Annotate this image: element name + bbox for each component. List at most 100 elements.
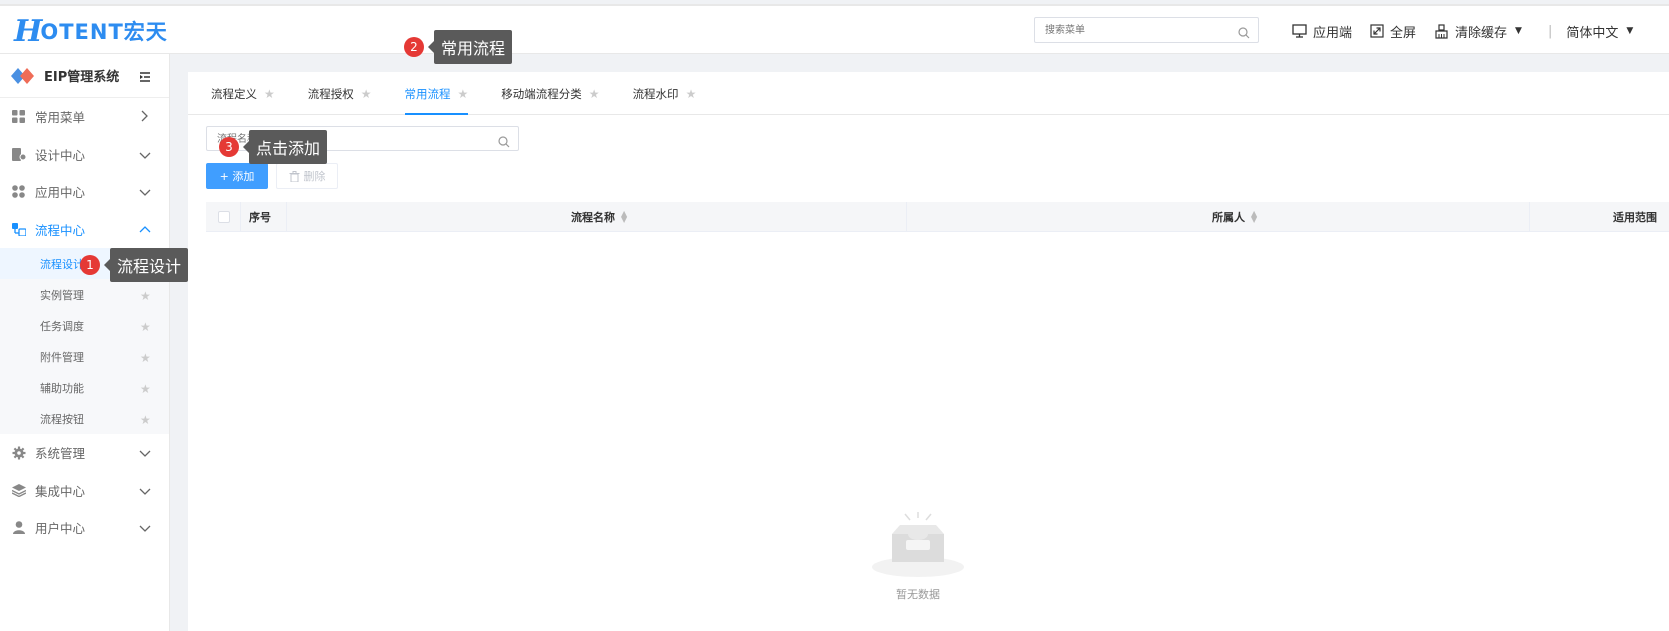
system-header: EIP管理系统 xyxy=(0,54,169,98)
tab-label: 流程授权 xyxy=(307,86,354,101)
column-divider xyxy=(1529,202,1530,232)
menu-item-process[interactable]: 流程中心 xyxy=(0,211,169,249)
submenu-item-label: 实例管理 xyxy=(40,288,84,302)
annotation-badge-1: 1 xyxy=(80,255,100,275)
star-icon[interactable]: ★ xyxy=(140,382,151,396)
chevron-down-icon xyxy=(139,446,151,461)
menu-item-design[interactable]: 设计中心 xyxy=(0,136,169,174)
select-all-checkbox[interactable] xyxy=(218,211,230,223)
apps-icon xyxy=(11,184,26,199)
tab-process-watermark[interactable]: 流程水印 ★ xyxy=(633,72,697,115)
chevron-down-icon xyxy=(139,521,151,536)
menu-item-label: 系统管理 xyxy=(35,446,86,462)
logo-mark: H xyxy=(14,13,42,49)
menu-item-user[interactable]: 用户中心 xyxy=(0,509,169,547)
column-header-scope: 适用范围 xyxy=(1613,202,1657,232)
submenu-item-task[interactable]: 任务调度 ★ xyxy=(0,310,169,341)
top-bar: H OTENT宏天 应用端 全屏 清除缓存 ▼ | 简体中文 ▼ xyxy=(0,4,1669,54)
tab-label: 流程定义 xyxy=(211,86,257,101)
sort-icon[interactable]: ▲ ▼ xyxy=(1251,210,1257,224)
layers-icon xyxy=(11,483,26,498)
annotation-tooltip-3: 点击添加 xyxy=(242,130,328,164)
menu-search-input[interactable] xyxy=(1035,18,1225,43)
submenu-item-buttons[interactable]: 流程按钮 ★ xyxy=(0,403,169,434)
star-icon[interactable]: ★ xyxy=(458,87,469,101)
star-icon[interactable]: ★ xyxy=(140,289,151,303)
broom-icon xyxy=(1435,23,1448,39)
system-logo-icon xyxy=(11,67,34,84)
top-actions: 应用端 全屏 清除缓存 ▼ | 简体中文 ▼ xyxy=(1292,6,1651,56)
submenu-item-attachment[interactable]: 附件管理 ★ xyxy=(0,341,169,372)
tab-label: 常用流程 xyxy=(404,86,451,101)
column-divider xyxy=(286,202,287,232)
add-button[interactable]: + 添加 xyxy=(206,163,268,189)
column-label: 流程名称 xyxy=(571,211,615,224)
grid-icon xyxy=(11,109,26,124)
design-icon xyxy=(11,147,26,162)
column-header-owner[interactable]: 所属人 ▲ ▼ xyxy=(1212,202,1257,232)
monitor-icon xyxy=(1292,24,1307,38)
star-icon[interactable]: ★ xyxy=(361,87,372,101)
caret-down-icon: ▼ xyxy=(1626,26,1634,36)
menu-item-label: 用户中心 xyxy=(35,521,86,537)
delete-button[interactable]: 删除 xyxy=(276,163,338,189)
column-divider xyxy=(240,202,241,232)
annotation-badge-3: 3 xyxy=(219,137,239,157)
chevron-right-icon xyxy=(139,110,149,125)
menu-item-label: 常用菜单 xyxy=(35,110,86,126)
submenu-item-label: 任务调度 xyxy=(40,319,84,333)
chevron-down-icon xyxy=(139,185,151,200)
submenu-item-auxiliary[interactable]: 辅助功能 ★ xyxy=(0,372,169,403)
star-icon[interactable]: ★ xyxy=(140,320,151,334)
logo[interactable]: H OTENT宏天 xyxy=(14,13,168,49)
menu-item-label: 集成中心 xyxy=(35,483,86,499)
app-client-button[interactable]: 应用端 xyxy=(1292,22,1352,41)
language-label: 简体中文 xyxy=(1566,25,1619,41)
separator: | xyxy=(1547,23,1553,39)
chevron-down-icon xyxy=(139,484,151,499)
star-icon[interactable]: ★ xyxy=(140,351,151,365)
empty-text: 暂无数据 xyxy=(896,588,940,601)
chevron-down-icon xyxy=(139,148,151,163)
column-header-process-name[interactable]: 流程名称 ▲ ▼ xyxy=(571,202,627,232)
menu-search-box[interactable] xyxy=(1034,17,1259,43)
star-icon[interactable]: ★ xyxy=(140,413,151,427)
menu-item-integration[interactable]: 集成中心 xyxy=(0,472,169,510)
process-icon xyxy=(11,222,26,237)
language-select[interactable]: 简体中文 ▼ xyxy=(1566,22,1633,41)
submenu-item-label: 辅助功能 xyxy=(40,381,84,395)
clear-cache-button[interactable]: 清除缓存 ▼ xyxy=(1434,22,1522,41)
fullscreen-button[interactable]: 全屏 xyxy=(1370,22,1416,41)
menu-item-apps[interactable]: 应用中心 xyxy=(0,173,169,211)
column-label: 序号 xyxy=(249,211,271,224)
tab-mobile-process-category[interactable]: 移动端流程分类 ★ xyxy=(501,72,599,115)
annotation-badge-2: 2 xyxy=(404,37,424,57)
menu-item-common[interactable]: 常用菜单 xyxy=(0,98,169,136)
search-icon[interactable] xyxy=(1238,24,1250,43)
delete-button-label: 删除 xyxy=(303,170,326,183)
star-icon[interactable]: ★ xyxy=(589,87,600,101)
column-label: 适用范围 xyxy=(1613,211,1657,224)
collapse-menu-icon[interactable] xyxy=(139,68,151,87)
search-icon[interactable] xyxy=(498,133,510,152)
star-icon[interactable]: ★ xyxy=(264,87,275,101)
system-title: EIP管理系统 xyxy=(44,70,120,85)
expand-icon xyxy=(1370,24,1384,38)
star-icon[interactable]: ★ xyxy=(686,87,697,101)
tab-process-authorization[interactable]: 流程授权 ★ xyxy=(308,72,372,115)
sort-icon[interactable]: ▲ ▼ xyxy=(621,210,627,224)
user-icon xyxy=(11,520,26,535)
app-client-label: 应用端 xyxy=(1313,25,1353,41)
menu-item-system[interactable]: 系统管理 xyxy=(0,434,169,472)
submenu-item-label: 流程按钮 xyxy=(40,412,84,426)
clear-cache-label: 清除缓存 xyxy=(1455,25,1508,41)
column-divider xyxy=(906,202,907,232)
sidebar: EIP管理系统 常用菜单 设计中心 应用中心 流程中心 流程设计 实例管理 ★ … xyxy=(0,54,170,631)
menu-item-label: 设计中心 xyxy=(35,147,86,163)
trash-icon xyxy=(289,170,299,182)
tab-process-definition[interactable]: 流程定义 ★ xyxy=(211,72,275,115)
submenu-item-label: 流程设计 xyxy=(40,257,84,271)
tab-common-process[interactable]: 常用流程 ★ xyxy=(404,72,469,115)
submenu-item-instance[interactable]: 实例管理 ★ xyxy=(0,279,169,310)
menu-item-label: 应用中心 xyxy=(35,185,86,201)
